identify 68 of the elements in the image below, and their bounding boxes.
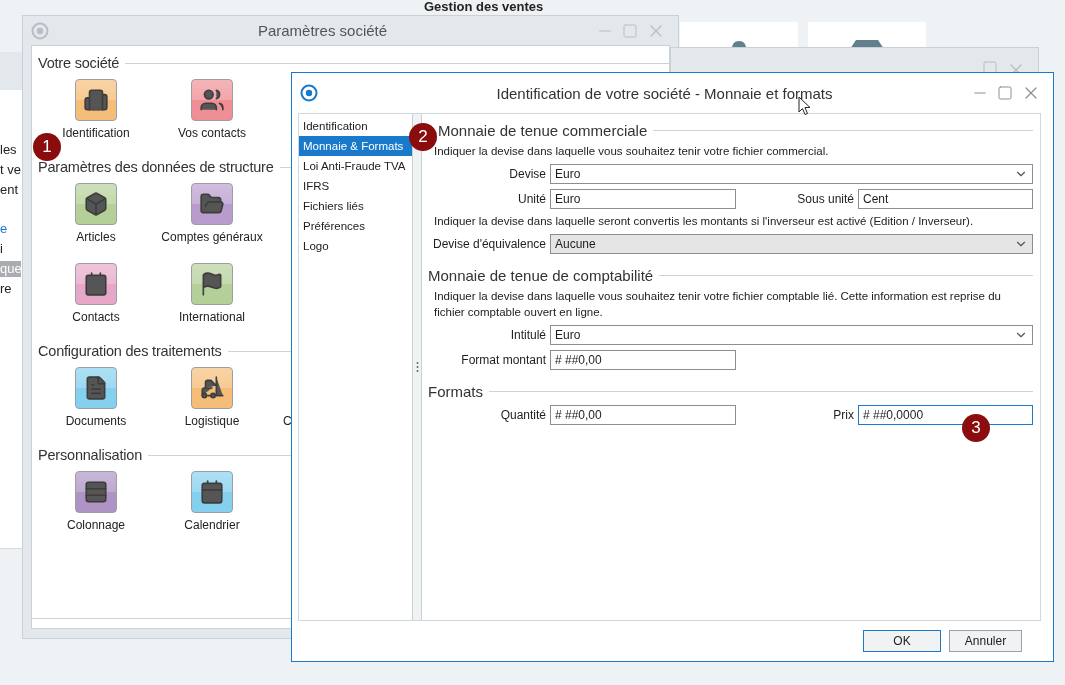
logo-icon	[31, 21, 49, 40]
document-tile[interactable]	[75, 367, 117, 409]
table-icon	[83, 479, 109, 505]
field-label: Devise	[508, 166, 547, 181]
buildings-icon	[83, 87, 109, 113]
section-heading: Votre société	[38, 55, 120, 71]
table-tile[interactable]	[75, 471, 117, 513]
tile-label[interactable]: Logistique	[184, 414, 240, 428]
field-label: Unité	[517, 191, 547, 206]
sidebar-item[interactable]: e	[0, 221, 21, 237]
buildings-tile[interactable]	[75, 79, 117, 121]
field-label: Quantité	[499, 407, 547, 422]
tile-label[interactable]: Identification	[62, 126, 130, 140]
field-label: Devise d'équivalence	[431, 236, 547, 251]
group-heading: Formats	[428, 382, 483, 400]
sidebar-item[interactable]: les	[0, 142, 21, 158]
ok-button[interactable]: OK	[863, 630, 941, 652]
cube-icon	[83, 191, 109, 217]
tile-label[interactable]: Comptes généraux	[161, 230, 263, 244]
logo-icon	[300, 84, 318, 102]
instruction-text: Indiquer la devise dans laquelle vous souhaitez tenir votre fichier comptable lié. Cette information est reprise du fichier comptable ouvert en ligne.	[433, 289, 1002, 320]
tile-label[interactable]: Calendrier	[184, 518, 240, 532]
section-heading: Paramètres des données de structure	[38, 159, 274, 175]
field-label: Format montant	[460, 352, 547, 367]
tile-label[interactable]: Vos contacts	[177, 126, 246, 140]
people-icon	[199, 87, 225, 113]
sidebar-item[interactable]: ent	[0, 182, 21, 198]
folder-tile[interactable]	[191, 183, 233, 225]
nav-item[interactable]: Loi Anti-Fraude TVA	[299, 156, 413, 176]
sidebar-item[interactable]: i	[0, 241, 21, 257]
tile-label[interactable]: Contacts	[72, 310, 120, 324]
tile-label[interactable]: International	[178, 310, 245, 324]
forklift-icon	[199, 375, 225, 401]
nav-item[interactable]: Monnaie & Formats	[299, 136, 413, 156]
dropdown-field[interactable]: Euro	[550, 324, 1033, 345]
window-title: Identification de votre société - Monnaie et formats	[495, 84, 834, 102]
field-label: Sous unité	[796, 191, 855, 206]
section-heading: Configuration des traitements	[38, 343, 222, 359]
calendar-tile[interactable]	[191, 471, 233, 513]
tile-label[interactable]: Articles	[76, 230, 116, 244]
text-field[interactable]: # ##0,00	[550, 349, 736, 370]
instruction-text: Indiquer la devise dans laquelle seront convertis les montants si l'inverseur est activé (Edition / Inverseur).	[433, 214, 975, 229]
dropdown-field[interactable]: Euro	[550, 163, 1033, 184]
sidebar-item[interactable]: re	[0, 281, 21, 297]
nav-item[interactable]: Préférences	[299, 216, 413, 236]
tile-label[interactable]: Colonnage	[66, 518, 126, 532]
tile-label[interactable]: Documents	[65, 414, 127, 428]
text-field[interactable]: Cent	[858, 188, 1033, 209]
text-field[interactable]: # ##0,00	[550, 404, 736, 425]
section-heading: Personnalisation	[38, 447, 142, 463]
flags-tile[interactable]	[191, 263, 233, 305]
window-title: Paramètres société	[256, 22, 389, 39]
cancel-button[interactable]: Annuler	[949, 630, 1022, 652]
nav-item[interactable]: Logo	[299, 236, 413, 256]
group-heading: Monnaie de tenue commerciale	[438, 121, 648, 139]
field-label: Intitulé	[509, 327, 547, 342]
nav-item[interactable]: Fichiers liés	[299, 196, 413, 216]
forklift-tile[interactable]	[191, 367, 233, 409]
cube-tile[interactable]	[75, 183, 117, 225]
calendar-icon	[199, 479, 225, 505]
people-tile[interactable]	[191, 79, 233, 121]
text-field[interactable]: Euro	[550, 188, 736, 209]
nav-item[interactable]: IFRS	[299, 176, 413, 196]
tile-label[interactable]: C	[270, 414, 292, 428]
group-heading: Monnaie de tenue de comptabilité	[428, 266, 654, 284]
page-heading: Gestion des ventes	[424, 0, 544, 14]
field-label: Prix	[832, 407, 855, 422]
sidebar-item[interactable]: t ve	[0, 162, 21, 178]
